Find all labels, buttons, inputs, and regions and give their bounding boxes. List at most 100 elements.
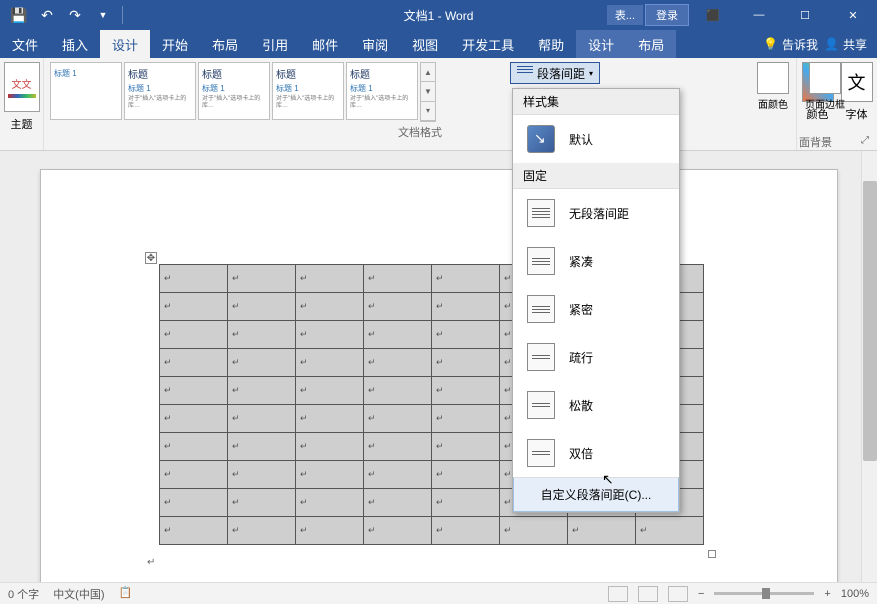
table-cell[interactable]: ↵ xyxy=(296,377,364,405)
table-cell[interactable]: ↵ xyxy=(296,517,364,545)
table-cell[interactable]: ↵ xyxy=(432,321,500,349)
table-cell[interactable]: ↵ xyxy=(160,489,228,517)
minimize-button[interactable]: — xyxy=(737,1,781,29)
table-cell[interactable]: ↵ xyxy=(228,321,296,349)
table-cell[interactable]: ↵ xyxy=(500,517,568,545)
table-cell[interactable]: ↵ xyxy=(364,293,432,321)
tab-table-layout[interactable]: 布局 xyxy=(626,30,676,58)
themes-button[interactable]: 文文 xyxy=(4,62,40,112)
close-button[interactable]: ✕ xyxy=(829,1,877,29)
table-cell[interactable]: ↵ xyxy=(432,293,500,321)
table-cell[interactable]: ↵ xyxy=(296,433,364,461)
gallery-expand[interactable]: ▲ ▼ ▾ xyxy=(420,62,436,122)
table-cell[interactable]: ↵ xyxy=(296,321,364,349)
table-cell[interactable]: ↵ xyxy=(364,461,432,489)
style-item-3[interactable]: 标题 标题 1 对于"插入"选项卡上的库… xyxy=(272,62,344,120)
table-cell[interactable]: ↵ xyxy=(228,517,296,545)
table-cell[interactable]: ↵ xyxy=(160,349,228,377)
read-mode-button[interactable] xyxy=(608,586,628,602)
spacing-compact-item[interactable]: 紧凑 xyxy=(513,237,679,285)
table-cell[interactable]: ↵ xyxy=(364,349,432,377)
tab-mail[interactable]: 邮件 xyxy=(300,30,350,58)
table-cell[interactable]: ↵ xyxy=(228,461,296,489)
table-cell[interactable]: ↵ xyxy=(432,489,500,517)
spacing-custom-item[interactable]: 自定义段落间距(C)... xyxy=(513,477,679,512)
redo-button[interactable]: ↷ xyxy=(62,2,88,28)
page-canvas[interactable]: ✥ ↵↵↵↵↵↵↵↵↵↵↵↵↵↵↵↵↵↵↵↵↵↵↵↵↵↵↵↵↵↵↵↵↵↵↵↵↵↵… xyxy=(40,169,838,582)
word-count[interactable]: 0 个字 xyxy=(8,586,39,602)
table-cell[interactable]: ↵ xyxy=(364,265,432,293)
tab-table-design[interactable]: 设计 xyxy=(576,30,626,58)
scroll-thumb[interactable] xyxy=(863,181,877,461)
table-cell[interactable]: ↵ xyxy=(296,349,364,377)
zoom-out-button[interactable]: − xyxy=(698,588,704,600)
table-cell[interactable]: ↵ xyxy=(296,405,364,433)
table-cell[interactable]: ↵ xyxy=(432,461,500,489)
qat-more-button[interactable]: ▼ xyxy=(90,2,116,28)
document-area[interactable]: ✥ ↵↵↵↵↵↵↵↵↵↵↵↵↵↵↵↵↵↵↵↵↵↵↵↵↵↵↵↵↵↵↵↵↵↵↵↵↵↵… xyxy=(0,151,877,582)
table-cell[interactable]: ↵ xyxy=(432,433,500,461)
zoom-thumb[interactable] xyxy=(762,588,770,599)
table-cell[interactable]: ↵ xyxy=(160,433,228,461)
table-cell[interactable]: ↵ xyxy=(432,377,500,405)
table-cell[interactable]: ↵ xyxy=(296,265,364,293)
maximize-button[interactable]: ☐ xyxy=(783,1,827,29)
table-cell[interactable]: ↵ xyxy=(432,405,500,433)
tab-layout[interactable]: 布局 xyxy=(200,30,250,58)
language-status[interactable]: 中文(中国) xyxy=(53,586,104,602)
table-cell[interactable]: ↵ xyxy=(160,321,228,349)
accessibility-icon[interactable]: 📋 xyxy=(119,586,133,602)
zoom-slider[interactable] xyxy=(714,592,814,595)
page-color-button[interactable]: 面颜色 xyxy=(751,62,795,111)
table-cell[interactable]: ↵ xyxy=(432,265,500,293)
table-cell[interactable]: ↵ xyxy=(228,489,296,517)
table-cell[interactable]: ↵ xyxy=(228,349,296,377)
table-cell[interactable]: ↵ xyxy=(228,405,296,433)
table-cell[interactable]: ↵ xyxy=(296,489,364,517)
style-item-2[interactable]: 标题 标题 1 对于"插入"选项卡上的库… xyxy=(198,62,270,120)
table-cell[interactable]: ↵ xyxy=(364,377,432,405)
style-item-4[interactable]: 标题 标题 1 对于"插入"选项卡上的库… xyxy=(346,62,418,120)
login-button[interactable]: 登录 xyxy=(645,4,689,26)
tab-home[interactable]: 开始 xyxy=(150,30,200,58)
page-border-button[interactable]: 页面边框 xyxy=(803,62,847,111)
spacing-dense-item[interactable]: 紧密 xyxy=(513,285,679,333)
spacing-none-item[interactable]: 无段落间距 xyxy=(513,189,679,237)
spacing-default-item[interactable]: 默认 xyxy=(513,115,679,163)
table-cell[interactable]: ↵ xyxy=(568,517,636,545)
spacing-loose-item[interactable]: 松散 xyxy=(513,381,679,429)
table-cell[interactable]: ↵ xyxy=(364,489,432,517)
tab-help[interactable]: 帮助 xyxy=(526,30,576,58)
table-cell[interactable]: ↵ xyxy=(160,265,228,293)
collapse-ribbon-button[interactable]: ⤢ xyxy=(861,135,869,146)
table-cell[interactable]: ↵ xyxy=(160,293,228,321)
gallery-down-icon[interactable]: ▼ xyxy=(421,82,435,101)
table-cell[interactable]: ↵ xyxy=(228,293,296,321)
tab-review[interactable]: 审阅 xyxy=(350,30,400,58)
table-cell[interactable]: ↵ xyxy=(296,293,364,321)
table-cell[interactable]: ↵ xyxy=(160,517,228,545)
table-cell[interactable]: ↵ xyxy=(364,321,432,349)
table-cell[interactable]: ↵ xyxy=(160,461,228,489)
ribbon-options-button[interactable]: ⬛ xyxy=(691,1,735,29)
gallery-more-icon[interactable]: ▾ xyxy=(421,102,435,121)
table-cell[interactable]: ↵ xyxy=(296,461,364,489)
print-layout-button[interactable] xyxy=(638,586,658,602)
table-cell[interactable]: ↵ xyxy=(364,517,432,545)
zoom-level[interactable]: 100% xyxy=(841,588,869,600)
tab-references[interactable]: 引用 xyxy=(250,30,300,58)
share-button[interactable]: 👤 共享 xyxy=(824,36,867,53)
spacing-double-item[interactable]: 双倍 xyxy=(513,429,679,477)
zoom-in-button[interactable]: + xyxy=(824,588,830,600)
paragraph-spacing-button[interactable]: 段落间距 ▾ xyxy=(510,62,600,84)
tell-me-search[interactable]: 💡 告诉我 xyxy=(763,36,818,53)
vertical-scrollbar[interactable] xyxy=(861,151,877,582)
table-cell[interactable]: ↵ xyxy=(364,405,432,433)
table-cell[interactable]: ↵ xyxy=(160,405,228,433)
table-cell[interactable]: ↵ xyxy=(228,265,296,293)
table-cell[interactable]: ↵ xyxy=(432,517,500,545)
tab-insert[interactable]: 插入 xyxy=(50,30,100,58)
table-cell[interactable]: ↵ xyxy=(228,433,296,461)
save-button[interactable]: 💾 xyxy=(6,2,32,28)
style-item-0[interactable]: 标题 1 xyxy=(50,62,122,120)
